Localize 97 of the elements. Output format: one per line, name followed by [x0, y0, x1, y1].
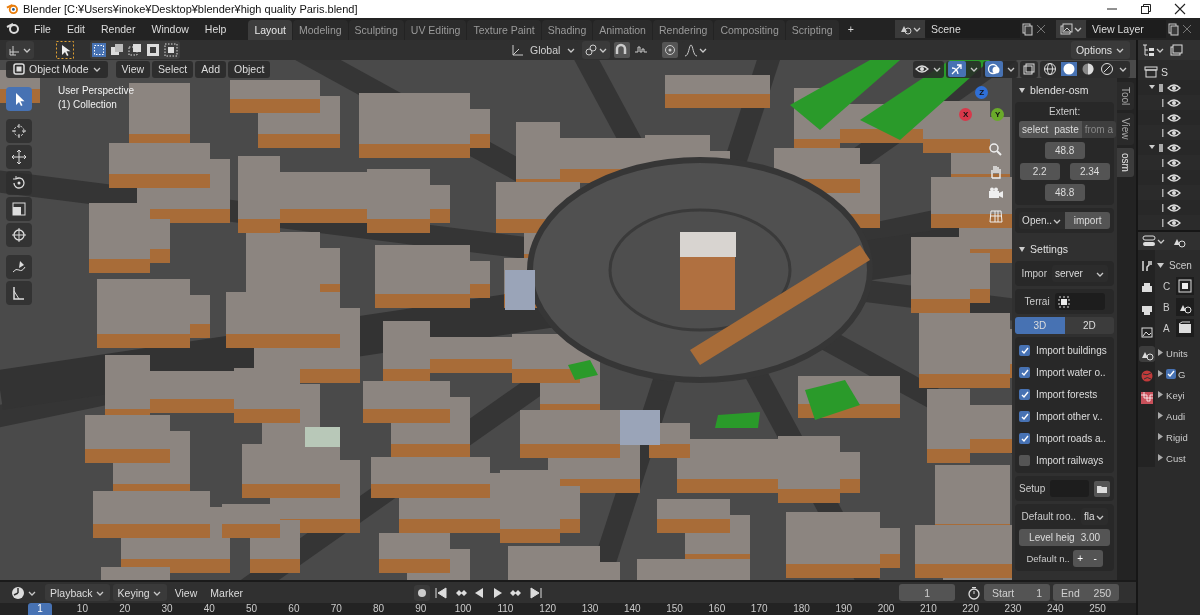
frame-number: 10 — [75, 603, 89, 615]
start-frame-field[interactable]: Start 1 — [984, 584, 1051, 601]
panel-title[interactable]: Settings — [1030, 243, 1069, 255]
import-source-dropdown[interactable]: server — [1052, 265, 1108, 282]
frame-number: 250 — [1088, 603, 1107, 615]
menu-item[interactable]: Render — [93, 23, 144, 35]
frame-number: 240 — [1045, 603, 1065, 615]
frame-number: 20 — [118, 603, 132, 615]
workspace-tab[interactable]: Compositing — [714, 20, 785, 40]
coordinate-field[interactable]: 48.8 — [1044, 184, 1085, 201]
frame-number: 40 — [202, 603, 216, 615]
frame-number: 80 — [371, 603, 386, 615]
workspace-tab[interactable]: Rendering — [652, 20, 714, 40]
frame-number: 220 — [961, 603, 980, 615]
timeline-menu[interactable]: View — [169, 586, 203, 599]
timeline-menu[interactable]: Keying — [112, 584, 167, 601]
frame-number: 200 — [876, 603, 896, 615]
checkbox-label: Import roads a.. — [1036, 432, 1107, 444]
options-dropdown[interactable]: Options — [1070, 41, 1131, 59]
section-title[interactable]: Units — [1166, 347, 1188, 359]
timeline-menu[interactable]: Playback — [45, 584, 110, 601]
field-label: A — [1163, 322, 1170, 334]
field-label: Terrai — [1024, 296, 1050, 307]
workspace-tab[interactable]: Scripting — [785, 20, 839, 40]
menu-item[interactable]: Help — [196, 23, 235, 35]
frame-number: 30 — [160, 603, 174, 615]
frame-number: 70 — [329, 603, 343, 615]
extent-button[interactable]: paste — [1051, 121, 1082, 138]
viewport-info-text: User Perspective — [58, 85, 135, 96]
import-button[interactable]: import — [1065, 212, 1111, 229]
workspace-tab[interactable]: Animation — [593, 20, 652, 40]
frame-number: 1 — [28, 603, 53, 615]
frame-number: 100 — [453, 603, 473, 615]
add-workspace-button[interactable]: + — [839, 23, 862, 35]
field-label: Default n.. — [1026, 553, 1070, 564]
section-title[interactable]: Keyi — [1166, 389, 1185, 401]
checkbox-label: Import other v.. — [1036, 410, 1103, 422]
window-title: Blender [C:¥Users¥inoke¥Desktop¥blender¥high quality Paris.blend] — [23, 3, 358, 15]
field-label: Impor — [1021, 268, 1047, 279]
checkbox-label: Import buildings — [1036, 344, 1107, 356]
roof-shape-dropdown[interactable]: fla — [1081, 508, 1108, 525]
viewport-info-text: (1) Collection — [58, 99, 118, 110]
frame-number: 150 — [665, 603, 684, 615]
level-height-field[interactable]: Level heig 3.00 — [1019, 529, 1111, 546]
sidebar-tab[interactable]: Tool — [1117, 82, 1135, 111]
frame-number: 180 — [792, 603, 811, 615]
workspace-tab[interactable]: Sculpting — [348, 20, 404, 40]
field-label: Default roo.. — [1021, 511, 1077, 522]
sidebar-tab[interactable]: View — [1117, 113, 1135, 145]
section-title[interactable]: Rigid — [1166, 431, 1188, 443]
workspace-tab[interactable]: Modeling — [292, 20, 348, 40]
frame-number: 160 — [707, 603, 727, 615]
scene-field[interactable]: Scene — [925, 20, 1020, 38]
timeline-menu[interactable]: Marker — [205, 586, 248, 599]
coordinate-field[interactable]: 2.34 — [1069, 163, 1110, 180]
coordinate-field[interactable]: 48.8 — [1044, 142, 1085, 159]
outliner-item[interactable]: S — [1161, 66, 1169, 78]
section-title[interactable]: Audi — [1166, 410, 1186, 422]
frame-number: 130 — [580, 603, 600, 615]
menu-item[interactable]: Window — [143, 23, 197, 35]
field-label: C — [1163, 280, 1171, 292]
field-label: B — [1163, 301, 1170, 313]
workspace-tab[interactable]: Shading — [541, 20, 593, 40]
menu-item[interactable]: File — [26, 23, 59, 35]
frame-number: 60 — [287, 603, 301, 615]
current-frame-field[interactable]: 1 — [899, 584, 956, 601]
panel-title[interactable]: blender-osm — [1030, 84, 1089, 96]
checkbox-label: Import water o.. — [1036, 366, 1106, 378]
frame-number: 140 — [622, 603, 642, 615]
frame-number: 210 — [919, 603, 938, 615]
frame-number: 50 — [245, 603, 259, 615]
workspace-tab[interactable]: Texture Paint — [467, 20, 541, 40]
workspace-tab[interactable]: UV Editing — [404, 20, 467, 40]
end-frame-field[interactable]: End 250 — [1053, 584, 1120, 601]
extent-label: Extent: — [1049, 106, 1081, 117]
mode-toggle[interactable]: 2D — [1064, 317, 1115, 334]
menu-item[interactable]: Edit — [58, 23, 93, 35]
sidebar-tab[interactable]: osm — [1117, 147, 1135, 177]
frame-number: 120 — [538, 603, 558, 615]
frame-number: 110 — [496, 603, 515, 615]
workspace-tab[interactable]: Layout — [248, 20, 292, 40]
coordinate-field[interactable]: 2.2 — [1019, 163, 1060, 180]
open-dropdown[interactable]: Open.. — [1019, 212, 1066, 229]
section-title[interactable]: G — [1178, 368, 1186, 380]
checkbox-label: Import forests — [1036, 388, 1098, 400]
panel-title[interactable]: Scen — [1169, 259, 1192, 271]
frame-number: 230 — [1003, 603, 1023, 615]
add-button[interactable]: + — [1072, 550, 1088, 567]
mode-toggle[interactable]: 3D — [1015, 317, 1065, 334]
extent-button[interactable]: select — [1019, 121, 1052, 138]
frame-number: 90 — [414, 603, 428, 615]
checkbox-label: Import railways — [1036, 454, 1104, 466]
frame-number: 190 — [834, 603, 854, 615]
frame-number: 170 — [749, 603, 769, 615]
section-title[interactable]: Cust — [1166, 452, 1186, 464]
view-layer-field[interactable]: View Layer — [1086, 20, 1166, 38]
field-label: Setup — [1019, 483, 1046, 494]
